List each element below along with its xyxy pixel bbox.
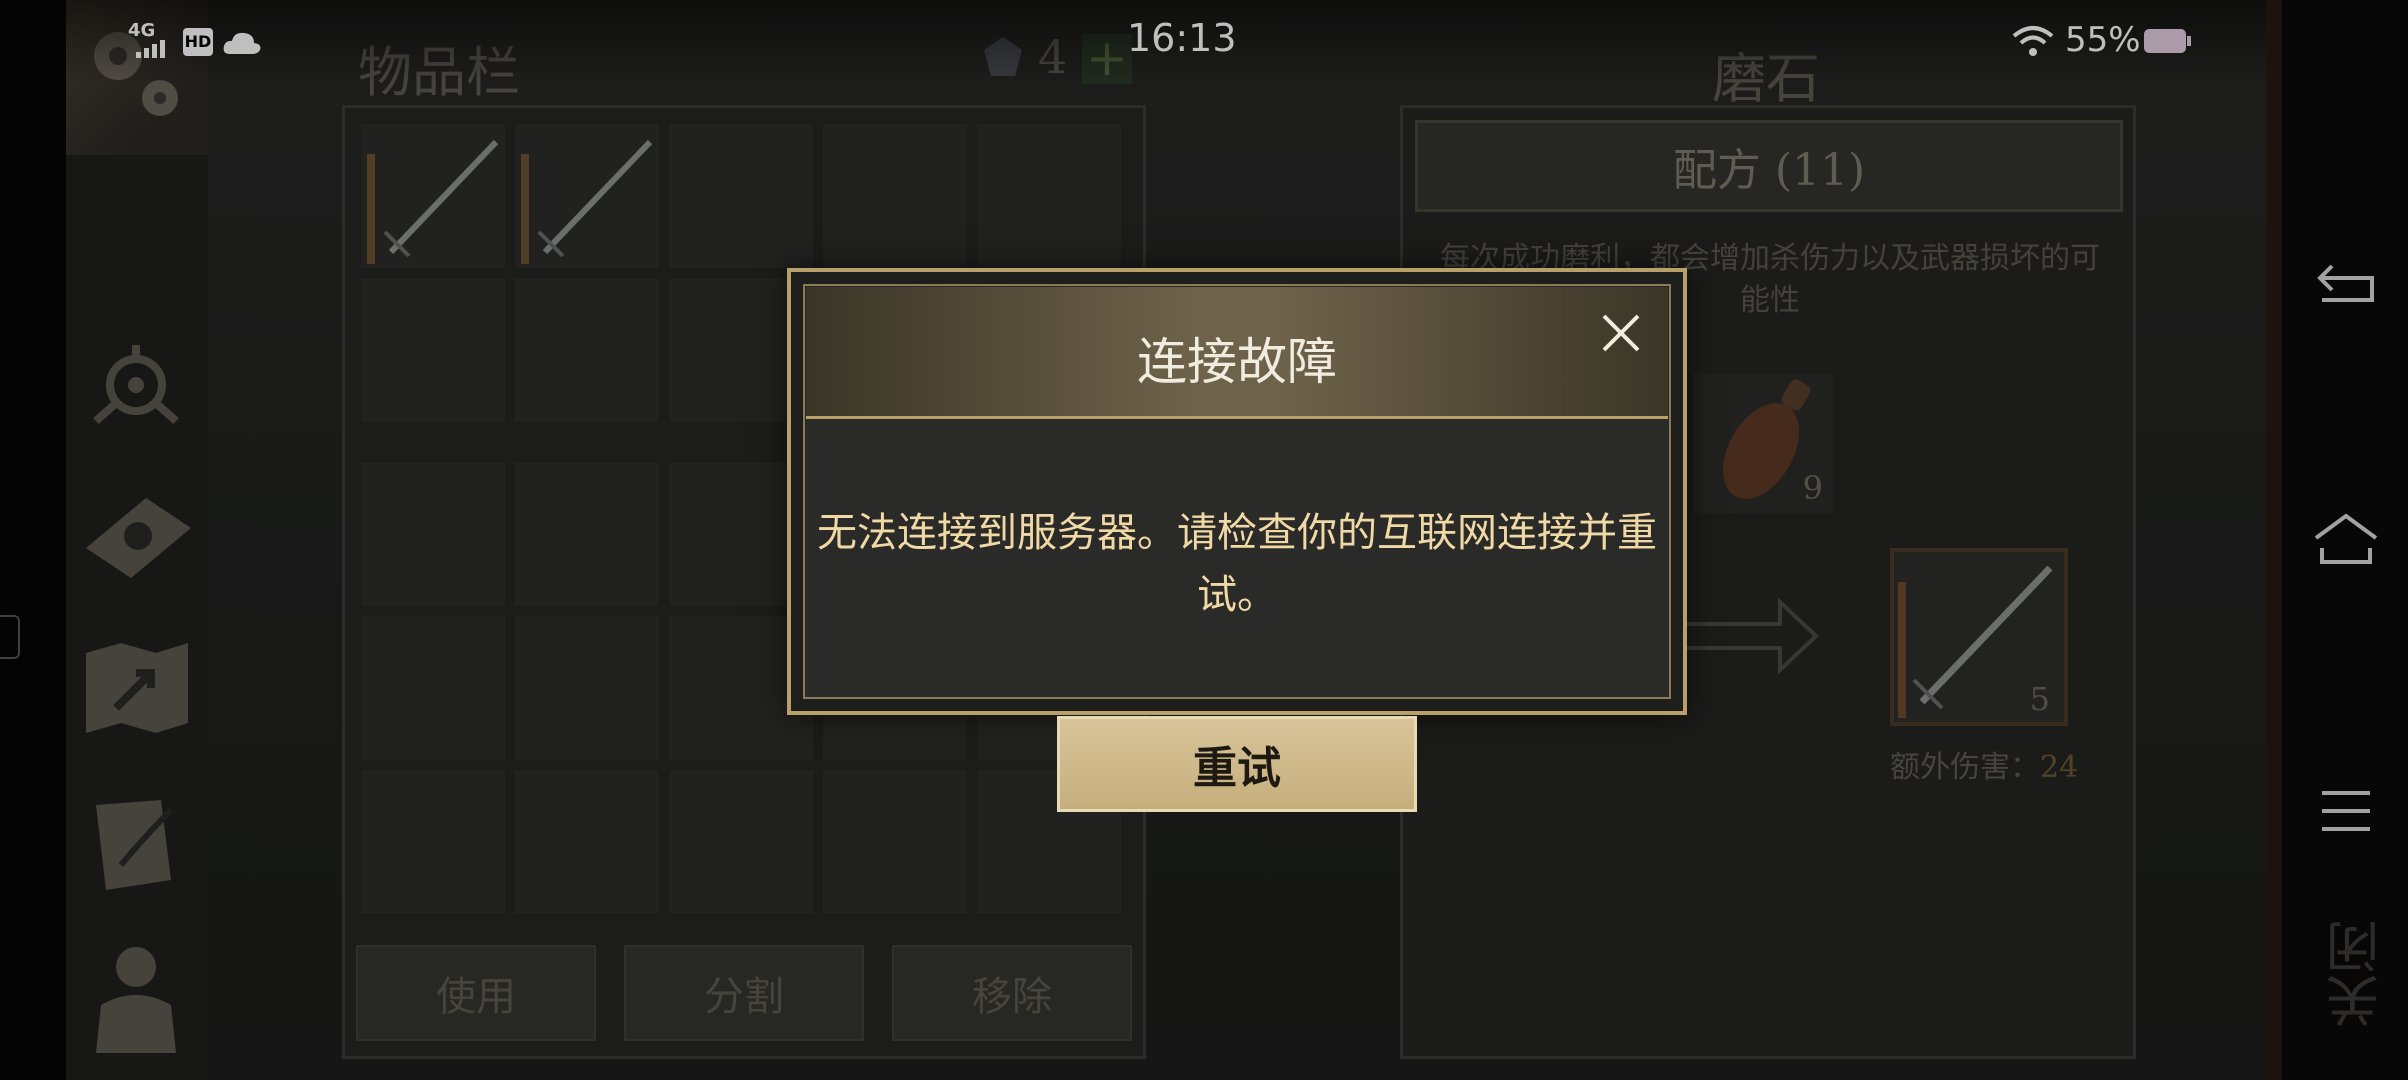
close-icon[interactable] <box>1596 308 1646 358</box>
retry-button[interactable]: 重试 <box>1057 716 1417 812</box>
dialog-message: 无法连接到服务器。请检查你的互联网连接并重试。 <box>817 510 1657 618</box>
dialog-title: 连接故障 <box>1137 333 1337 391</box>
